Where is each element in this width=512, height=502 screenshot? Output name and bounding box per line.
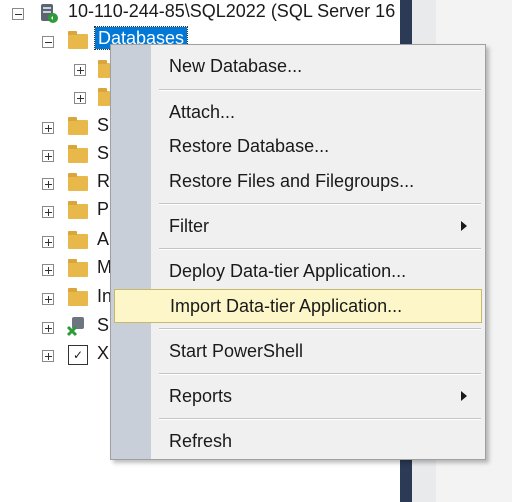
expand-icon[interactable] (74, 64, 86, 76)
collapse-icon[interactable] (12, 8, 24, 20)
menu-item-new-database[interactable]: New Database... (111, 49, 485, 83)
menu-separator (159, 373, 481, 375)
menu-item-label: Refresh (169, 430, 233, 451)
menu-item-import-data-tier[interactable]: Import Data-tier Application... (114, 289, 482, 323)
tree-label[interactable]: A (97, 228, 109, 250)
menu-separator (159, 328, 481, 330)
menu-item-restore-files[interactable]: Restore Files and Filegroups... (111, 164, 485, 198)
menu-item-reports[interactable]: Reports (111, 379, 485, 413)
collapse-icon[interactable] (42, 36, 54, 48)
menu-item-refresh[interactable]: Refresh (111, 424, 485, 458)
menu-item-label: Import Data-tier Application... (170, 295, 403, 316)
menu-item-label: Deploy Data-tier Application... (169, 260, 407, 281)
expand-icon[interactable] (42, 236, 54, 248)
expand-icon[interactable] (42, 178, 54, 190)
tree-label[interactable]: S (97, 142, 109, 164)
expand-icon[interactable] (42, 122, 54, 134)
menu-item-label: Start PowerShell (169, 340, 304, 361)
xevent-profiler-icon: ✓ (68, 345, 88, 365)
folder-icon (68, 117, 88, 135)
menu-item-label: Filter (169, 215, 209, 236)
folder-icon (68, 201, 88, 219)
tree-label[interactable]: P (97, 198, 109, 220)
folder-icon (68, 259, 88, 277)
tree-label[interactable]: S (97, 314, 109, 336)
menu-item-filter[interactable]: Filter (111, 209, 485, 243)
menu-item-label: Restore Files and Filegroups... (169, 170, 415, 191)
expand-icon[interactable] (42, 322, 54, 334)
menu-item-label: Restore Database... (169, 135, 330, 156)
server-icon (38, 2, 60, 24)
folder-icon (68, 31, 88, 49)
folder-icon (98, 88, 110, 106)
folder-icon (68, 173, 88, 191)
submenu-arrow-icon (461, 391, 467, 401)
context-menu: New Database... Attach... Restore Databa… (110, 44, 486, 460)
sql-agent-icon (66, 315, 88, 337)
menu-item-label: New Database... (169, 55, 303, 76)
submenu-arrow-icon (461, 221, 467, 231)
server-label[interactable]: 10-110-244-85\SQL2022 (SQL Server 16 (68, 0, 395, 22)
tree-label[interactable]: R (97, 170, 110, 192)
expand-icon[interactable] (42, 293, 54, 305)
folder-icon (68, 145, 88, 163)
folder-icon (68, 288, 88, 306)
menu-item-deploy-data-tier[interactable]: Deploy Data-tier Application... (111, 254, 485, 288)
expand-icon[interactable] (74, 92, 86, 104)
menu-item-label: Attach... (169, 101, 236, 122)
menu-item-restore-database[interactable]: Restore Database... (111, 129, 485, 163)
tree-label[interactable]: X (97, 342, 109, 364)
expand-icon[interactable] (42, 264, 54, 276)
expand-icon[interactable] (42, 150, 54, 162)
menu-separator (159, 203, 481, 205)
expand-icon[interactable] (42, 350, 54, 362)
menu-item-label: Reports (169, 385, 233, 406)
menu-separator (159, 418, 481, 420)
folder-icon (98, 60, 110, 78)
menu-item-attach[interactable]: Attach... (111, 95, 485, 129)
menu-separator (159, 248, 481, 250)
menu-separator (159, 89, 481, 91)
menu-item-start-powershell[interactable]: Start PowerShell (111, 334, 485, 368)
tree-label[interactable]: S (97, 114, 109, 136)
tree-row-server[interactable]: 10-110-244-85\SQL2022 (SQL Server 16 (0, 0, 400, 28)
folder-icon (68, 231, 88, 249)
expand-icon[interactable] (42, 206, 54, 218)
